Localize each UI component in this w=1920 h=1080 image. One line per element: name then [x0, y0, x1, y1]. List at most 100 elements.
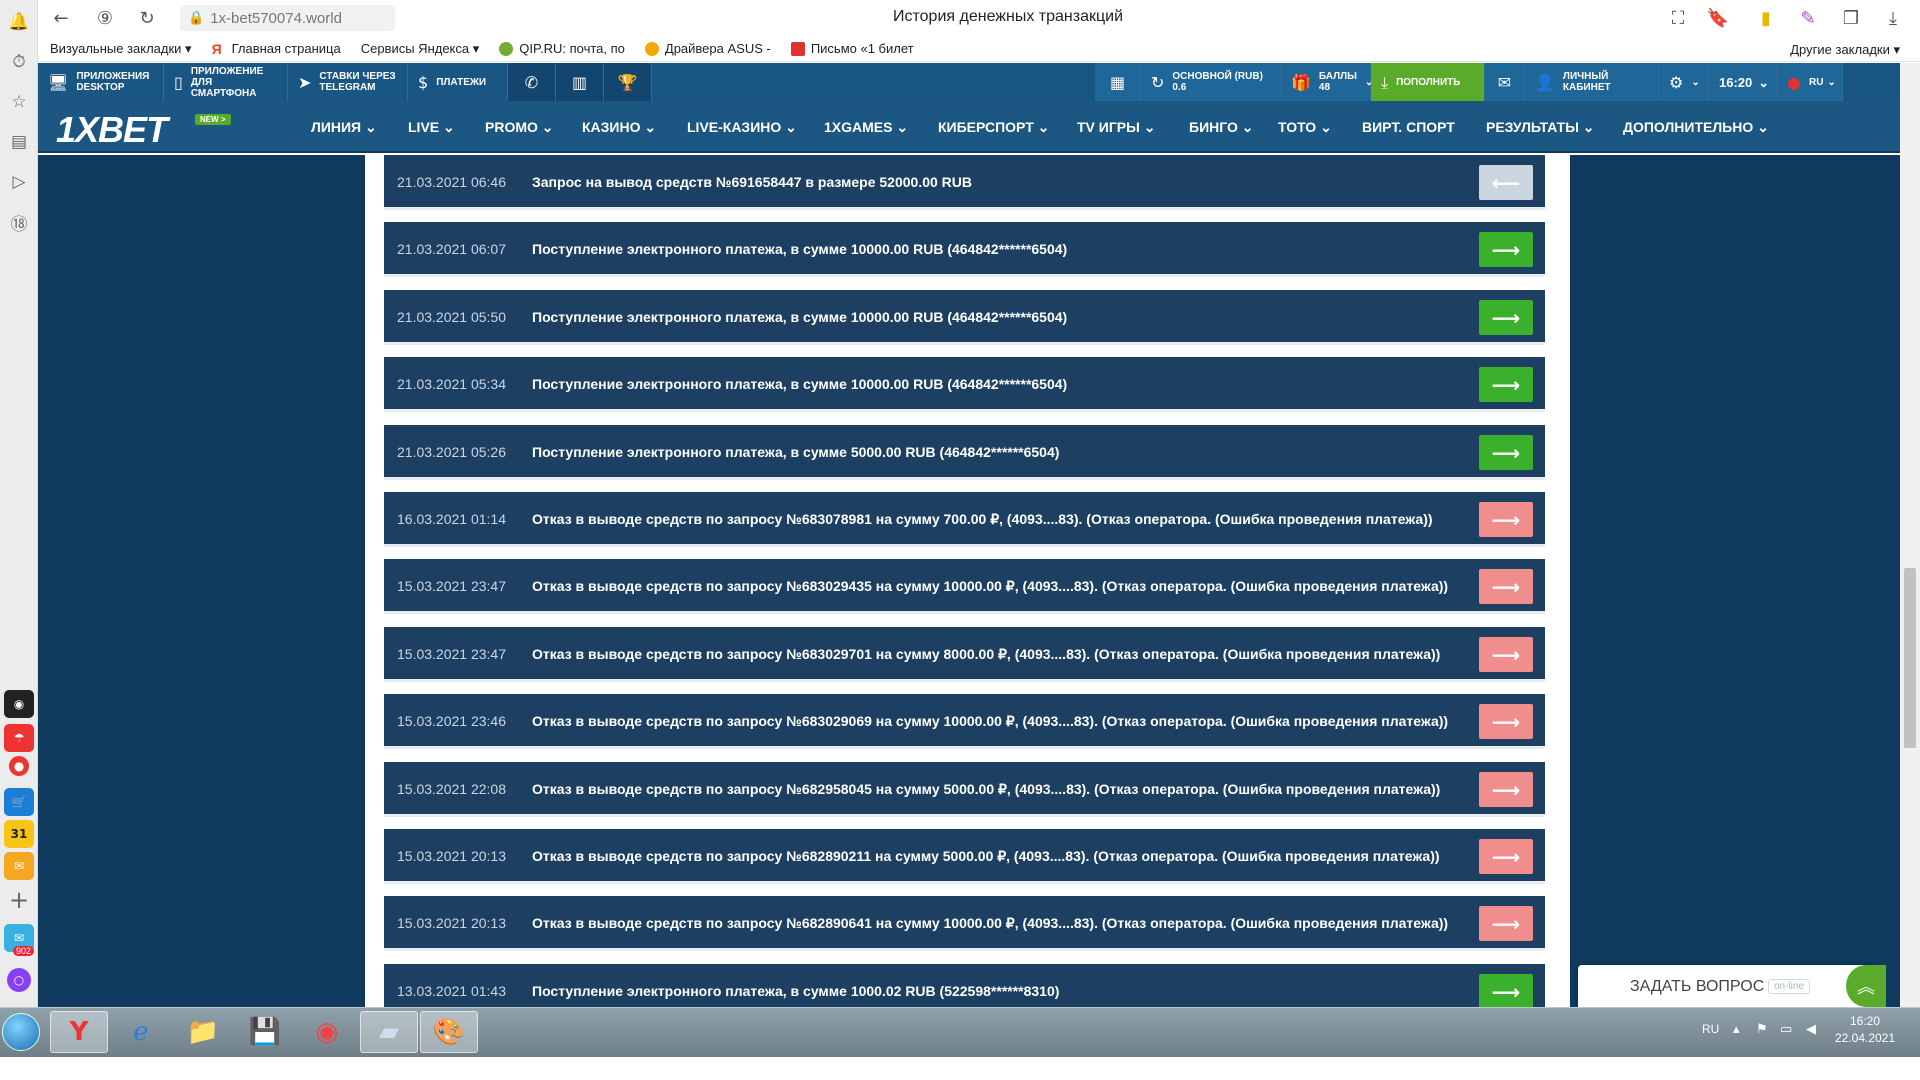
- points-button[interactable]: 🎁 БАЛЛЫ 48 ⌄: [1281, 63, 1373, 101]
- folder-icon[interactable]: 📁: [174, 1011, 232, 1053]
- apps-phone-button[interactable]: ▯ ПРИЛОЖЕНИЕ ДЛЯ СМАРТФОНА: [164, 63, 288, 101]
- history-icon[interactable]: ⏱: [5, 48, 33, 76]
- eighteen-icon[interactable]: ⑱: [5, 208, 33, 236]
- phone-call-button[interactable]: ✆: [508, 63, 556, 101]
- nav-virtual-sport[interactable]: ВИРТ. СПОРТ: [1362, 119, 1455, 135]
- telegram-button[interactable]: ➤ СТАВКИ ЧЕРЕЗ TELEGRAM: [288, 63, 408, 101]
- yandex-ext-icon[interactable]: ▮: [1753, 5, 1779, 31]
- arrow-right-icon[interactable]: ⟶: [1479, 637, 1533, 672]
- cabinet-button[interactable]: 👤 ЛИЧНЫЙ КАБИНЕТ: [1525, 63, 1659, 101]
- tabs-icon[interactable]: ❐: [1838, 5, 1864, 31]
- nav-live[interactable]: LIVE ⌄: [408, 119, 455, 136]
- nav-promo[interactable]: PROMO ⌄: [485, 119, 554, 136]
- floppy-icon[interactable]: 💾: [236, 1011, 294, 1053]
- location-app-icon[interactable]: ●: [9, 756, 29, 776]
- download-icon: ⤓: [1381, 72, 1389, 92]
- taskbar-clock[interactable]: 16:20 22.04.2021: [1830, 1013, 1900, 1047]
- extension-icon[interactable]: ⛶: [1665, 5, 1691, 31]
- ask-question-widget[interactable]: ЗАДАТЬ ВОПРОС on-line ︽: [1578, 965, 1886, 1010]
- bell-icon[interactable]: 🔔: [5, 8, 33, 36]
- transaction-description: Отказ в выводе средств по запросу №68289…: [532, 848, 1440, 864]
- nav-casino[interactable]: КАЗИНО ⌄: [582, 119, 656, 136]
- trophy-button[interactable]: 🏆: [604, 63, 652, 101]
- arrow-right-icon[interactable]: ⟶: [1479, 300, 1533, 335]
- nav-bingo[interactable]: БИНГО ⌄: [1189, 119, 1254, 136]
- bookmark-item[interactable]: QIP.RU: почта, по: [499, 41, 625, 56]
- transaction-row: 21.03.2021 06:07 Поступление электронного…: [384, 222, 1545, 277]
- scrollbar-thumb[interactable]: [1904, 568, 1916, 748]
- umbrella-app-icon[interactable]: ☂: [4, 724, 34, 752]
- account-selector[interactable]: ↻ ОСНОВНОЙ (RUB) 0.6: [1141, 63, 1281, 101]
- bookmark-item[interactable]: Я Главная страница: [212, 41, 341, 56]
- back-icon[interactable]: ←: [48, 5, 74, 31]
- arrow-right-icon[interactable]: ⟶: [1479, 974, 1533, 1009]
- flag-icon[interactable]: ⚑: [1756, 1022, 1768, 1037]
- arrow-right-icon[interactable]: ⟶: [1479, 435, 1533, 470]
- protect-icon[interactable]: ⑨: [92, 5, 118, 31]
- play-icon[interactable]: ▷: [5, 168, 33, 196]
- qr-button[interactable]: ▦: [1095, 63, 1141, 101]
- nav-results[interactable]: РЕЗУЛЬТАТЫ ⌄: [1486, 119, 1595, 136]
- add-app-icon[interactable]: +: [5, 886, 33, 914]
- nav-live-casino[interactable]: LIVE-КАЗИНО ⌄: [687, 119, 797, 136]
- qip-icon: [499, 41, 514, 56]
- arrow-right-icon[interactable]: ⟶: [1479, 772, 1533, 807]
- volume-icon[interactable]: ◀: [1806, 1022, 1816, 1037]
- nav-esports[interactable]: КИБЕРСПОРТ ⌄: [938, 119, 1049, 136]
- nav-liniya[interactable]: ЛИНИЯ ⌄: [311, 119, 377, 136]
- arrow-right-icon[interactable]: ⟶: [1479, 704, 1533, 739]
- payments-button[interactable]: $ ПЛАТЕЖИ: [408, 63, 508, 101]
- language-button[interactable]: ● RU ⌄: [1777, 63, 1843, 101]
- alice-icon[interactable]: ○: [7, 968, 31, 992]
- reload-icon[interactable]: ↻: [134, 5, 160, 31]
- bookmark-item[interactable]: Сервисы Яндекса ▾: [361, 41, 480, 57]
- yandex-browser-taskbar-icon[interactable]: Y: [50, 1011, 108, 1053]
- camera-app-icon[interactable]: ◉: [4, 690, 34, 718]
- nav-more[interactable]: ДОПОЛНИТЕЛЬНО ⌄: [1623, 119, 1769, 136]
- settings-button[interactable]: ⚙ ⌄: [1659, 63, 1709, 101]
- time-button[interactable]: 16:20 ⌄: [1709, 63, 1777, 101]
- internet-explorer-icon[interactable]: ℯ: [112, 1011, 170, 1053]
- arrow-right-icon[interactable]: ⟶: [1479, 906, 1533, 941]
- bookmark-icon[interactable]: 🔖: [1705, 5, 1731, 31]
- arrow-right-icon[interactable]: ⟶: [1479, 232, 1533, 267]
- page-scrollbar[interactable]: [1900, 63, 1920, 1007]
- bookmark-item[interactable]: Письмо «1 билет: [790, 41, 914, 56]
- star-icon[interactable]: ☆: [5, 88, 33, 116]
- arrow-right-icon[interactable]: ⟶: [1479, 569, 1533, 604]
- stats-button[interactable]: ▥: [556, 63, 604, 101]
- transaction-description: Поступление электронного платежа, в сумм…: [532, 983, 1060, 999]
- nav-1xgames[interactable]: 1XGAMES ⌄: [824, 119, 908, 136]
- pen-icon[interactable]: ✎: [1795, 5, 1821, 31]
- arrow-right-icon[interactable]: ⟶: [1479, 367, 1533, 402]
- collections-icon[interactable]: ▤: [5, 128, 33, 156]
- messenger-badge: 902: [13, 946, 35, 956]
- mail-app-icon[interactable]: ✉: [4, 852, 34, 880]
- download-icon[interactable]: ⤓: [1880, 5, 1906, 31]
- nav-toto[interactable]: ТОТО ⌄: [1278, 119, 1332, 136]
- apps-desktop-button[interactable]: 🖥 ПРИЛОЖЕНИЯ DESKTOP: [38, 63, 164, 101]
- arrow-right-icon[interactable]: ⟶: [1479, 839, 1533, 874]
- tray-language[interactable]: RU: [1702, 1022, 1719, 1036]
- site-logo[interactable]: 1XBET: [56, 109, 168, 151]
- start-button[interactable]: [2, 1013, 40, 1051]
- chrome-icon[interactable]: ◉: [298, 1011, 356, 1053]
- calendar-app-icon[interactable]: 31: [4, 820, 34, 848]
- other-bookmarks[interactable]: Другие закладки ▾: [1790, 42, 1900, 58]
- bookmark-item[interactable]: Визуальные закладки ▾: [50, 41, 192, 57]
- app-window-icon[interactable]: ▰: [360, 1011, 418, 1053]
- bookmark-item[interactable]: Драйвера ASUS -: [644, 41, 771, 56]
- arrow-left-icon[interactable]: ⟵: [1479, 165, 1533, 200]
- address-bar[interactable]: 🔒 1x-bet570074.world: [180, 5, 395, 31]
- chevron-up-icon[interactable]: ︽: [1846, 965, 1886, 1007]
- nav-tv-games[interactable]: TV ИГРЫ ⌄: [1077, 119, 1155, 136]
- deposit-button[interactable]: ⤓ ПОПОЛНИТЬ: [1371, 63, 1485, 101]
- tray-expand-icon[interactable]: ▴: [1733, 1022, 1740, 1037]
- cart-app-icon[interactable]: 🛒: [4, 788, 34, 816]
- messages-button[interactable]: ✉: [1485, 63, 1525, 101]
- network-icon[interactable]: ▭: [1780, 1022, 1792, 1037]
- transaction-row: 15.03.2021 22:08 Отказ в выводе средств п…: [384, 762, 1545, 817]
- paint-icon[interactable]: 🎨: [420, 1011, 478, 1053]
- transaction-row: 16.03.2021 01:14 Отказ в выводе средств п…: [384, 492, 1545, 547]
- arrow-right-icon[interactable]: ⟶: [1479, 502, 1533, 537]
